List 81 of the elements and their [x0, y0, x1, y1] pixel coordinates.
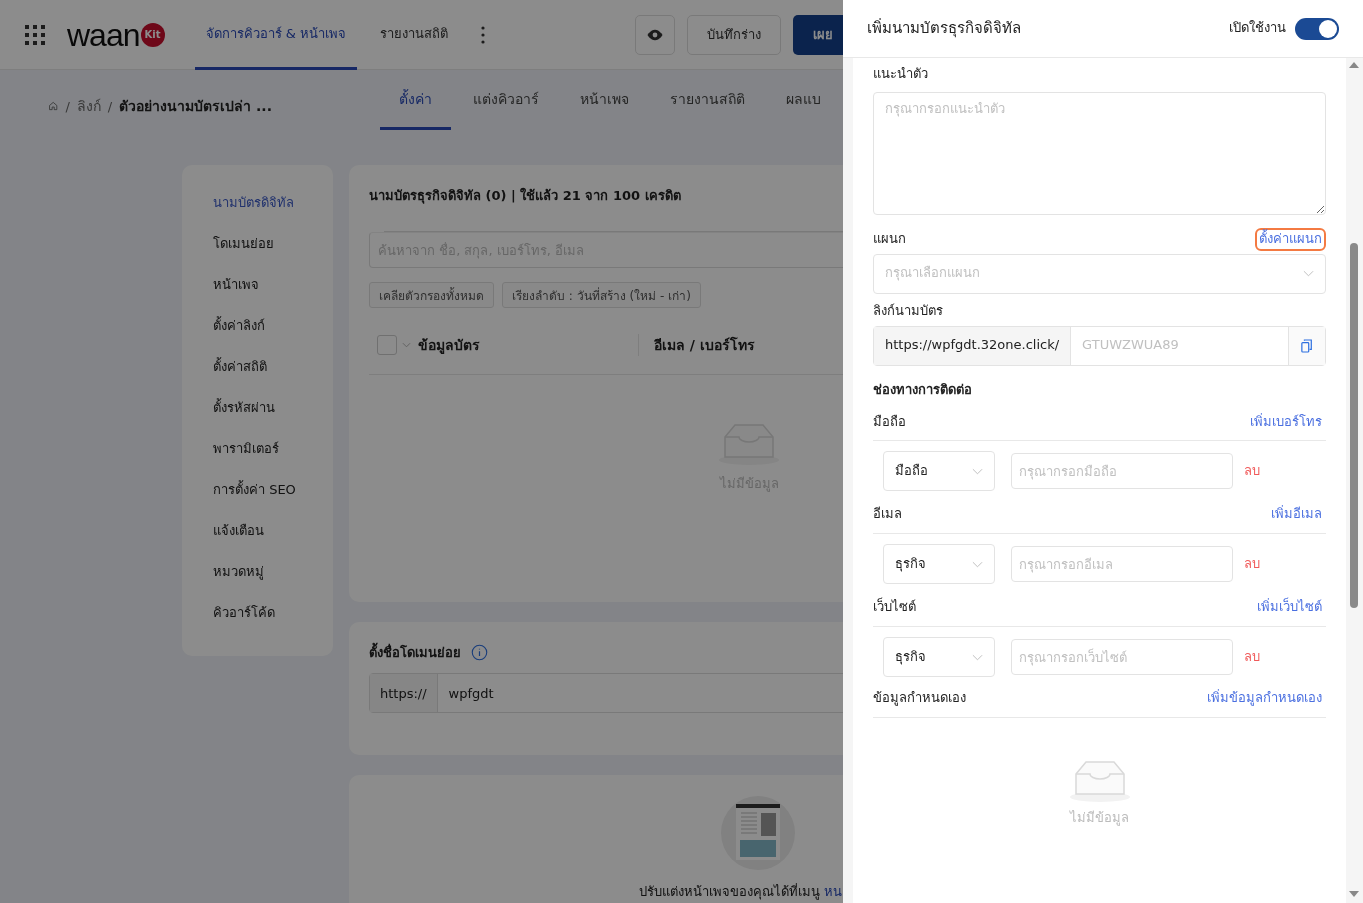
sidebar-item[interactable]: การตั้งค่า SEO	[213, 469, 333, 510]
field-label: ลิงก์นามบัตร	[873, 302, 944, 320]
empty-inbox-icon	[1067, 758, 1132, 803]
field-label: เว็บไซต์	[873, 599, 916, 617]
scroll-up-icon[interactable]	[1349, 62, 1359, 68]
field-label: ข้อมูลกำหนดเอง	[873, 690, 966, 708]
sidebar-item[interactable]: หน้าเพจ	[213, 264, 333, 305]
empty-text: ไม่มีข้อมูล	[1070, 810, 1129, 827]
scrollbar-thumb[interactable]	[1350, 243, 1358, 608]
department-settings-link[interactable]: ตั้งค่าแผนก	[1255, 227, 1326, 251]
sidebar-item[interactable]: พารามิเตอร์	[213, 428, 333, 469]
chevron-down-icon	[1303, 270, 1314, 278]
logo-badge: Kit	[140, 22, 165, 47]
sidebar-item[interactable]: ตั้งรหัสผ่าน	[213, 387, 333, 428]
chevron-down-icon	[972, 467, 983, 475]
drawer-title: เพิ่มนามบัตรธุรกิจดิจิทัล	[867, 18, 1022, 39]
field-label: อีเมล	[873, 506, 902, 524]
column-header: อีเมล / เบอร์โทร	[638, 334, 755, 356]
add-link[interactable]: เพิ่มข้อมูลกำหนดเอง	[1203, 687, 1326, 711]
filter-button[interactable]: เรียงลำดับ : วันที่สร้าง (ใหม่ - เก่า)	[502, 282, 701, 308]
filter-button[interactable]: เคลียตัวกรองทั้งหมด	[369, 282, 494, 308]
section-title: ช่องทางการติดต่อ	[873, 381, 973, 399]
panel-title: นามบัตรธุรกิจดิจิทัล (0) | ใช้แล้ว 21 จาก 100 เครดิต	[369, 186, 682, 206]
panel-title: ตั้งชื่อโดเมนย่อย	[369, 642, 461, 663]
breadcrumb-separator: /	[107, 98, 113, 114]
logo-text: waan	[67, 18, 140, 51]
add-link[interactable]: เพิ่มเว็บไซต์	[1253, 596, 1326, 620]
add-link[interactable]: เพิ่มเบอร์โทร	[1246, 410, 1326, 434]
type-select[interactable]: ธุรกิจ	[883, 637, 995, 678]
page-hint-text: ปรับแต่งหน้าเพจของคุณได้ที่เมนู หน	[639, 882, 843, 902]
sidebar-item[interactable]: หมวดหมู่	[213, 551, 333, 592]
preview-button[interactable]	[635, 14, 675, 55]
page-tab[interactable]: หน้าเพจ	[561, 70, 648, 130]
page-tab[interactable]: แต่งคิวอาร์	[454, 70, 558, 130]
enable-label: เปิดใช้งาน	[1229, 20, 1286, 37]
more-icon[interactable]	[480, 25, 485, 44]
contact-input[interactable]: กรุณากรอกเว็บไซต์	[1011, 639, 1233, 676]
info-icon[interactable]	[471, 644, 488, 661]
url-prefix: https://wpfgdt.32one.click/	[874, 326, 1072, 365]
sidebar-item[interactable]: แจ้งเตือน	[213, 510, 333, 551]
breadcrumb-link[interactable]: ตัวอย่างนามบัตรเปล่า ...	[119, 95, 272, 117]
nav-tab[interactable]: จัดการคิวอาร์ & หน้าเพจ	[194, 0, 357, 70]
type-select[interactable]: มือถือ	[883, 451, 995, 492]
sidebar-item[interactable]: ตั้งค่าลิงก์	[213, 305, 333, 346]
sidebar-item[interactable]: ตั้งค่าสถิติ	[213, 346, 333, 387]
contact-input[interactable]: กรุณากรอกอีเมล	[1011, 546, 1233, 583]
delete-link[interactable]: ลบ	[1244, 555, 1260, 573]
field-label: แผนก	[873, 230, 906, 248]
page-tab[interactable]: ผลแบ	[767, 70, 840, 130]
sidebar-item[interactable]: คิวอาร์โค้ด	[213, 592, 333, 633]
publish-button[interactable]: เผย	[793, 14, 843, 55]
field-label: มือถือ	[873, 413, 906, 431]
chevron-down-icon	[972, 560, 983, 568]
nav-tab[interactable]: รายงานสถิติ	[368, 0, 459, 70]
copy-button[interactable]	[1288, 326, 1325, 365]
breadcrumb-link[interactable]: ลิงก์	[76, 95, 101, 117]
type-select[interactable]: ธุรกิจ	[883, 544, 995, 585]
page-tab[interactable]: รายงานสถิติ	[651, 70, 764, 130]
intro-textarea[interactable]: กรุณากรอกแนะนำตัว	[873, 91, 1326, 215]
url-prefix: https://	[370, 674, 438, 712]
delete-link[interactable]: ลบ	[1244, 648, 1260, 666]
add-link[interactable]: เพิ่มอีเมล	[1267, 503, 1326, 527]
page-menu-link[interactable]: หน	[824, 884, 843, 899]
sidebar-item[interactable]: นามบัตรดิจิทัล	[213, 182, 333, 223]
card-link-field[interactable]: https://wpfgdt.32one.click/ GTUWZWUA89	[873, 325, 1326, 366]
subdomain-field[interactable]: https:// wpfgdt	[369, 673, 843, 713]
subdomain-value: wpfgdt	[447, 684, 494, 703]
field-label: แนะนำตัว	[873, 66, 929, 83]
scroll-down-icon[interactable]	[1349, 891, 1359, 897]
delete-link[interactable]: ลบ	[1244, 463, 1260, 480]
apps-grid-icon[interactable]	[25, 24, 45, 45]
column-header: ข้อมูลบัตร	[418, 336, 481, 356]
chevron-down-icon	[972, 653, 983, 661]
breadcrumb-separator: /	[65, 98, 70, 114]
enable-toggle[interactable]	[1295, 17, 1339, 40]
page-tab[interactable]: ตั้งค่า	[380, 70, 451, 130]
sidebar-item[interactable]: โดเมนย่อย	[213, 223, 333, 264]
select-all-checkbox[interactable]	[377, 335, 397, 355]
contact-input[interactable]: กรุณากรอกมือถือ	[1011, 453, 1233, 490]
copy-icon	[1301, 338, 1313, 353]
save-draft-button[interactable]: บันทึกร่าง	[687, 14, 781, 55]
